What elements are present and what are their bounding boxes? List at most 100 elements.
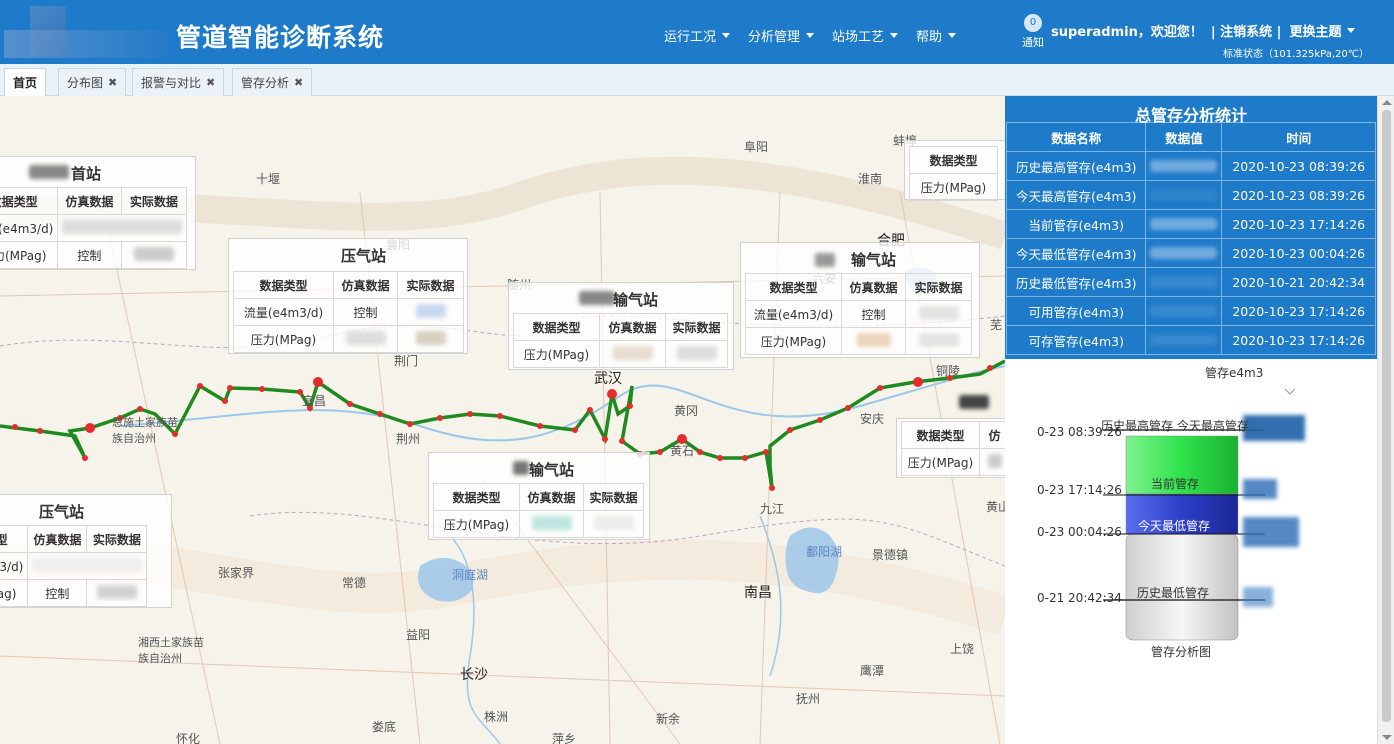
- station-title: 输气站: [613, 291, 659, 309]
- station-box[interactable]: 压气站 数据类型仿真数据实际数据 流量(e4m3/d) 压力(MPag)控制: [0, 494, 172, 608]
- user-bar: superadmin，欢迎您！ | 注销系统 | 更换主题: [1051, 21, 1356, 40]
- city-label: 张家界: [218, 566, 255, 580]
- pipeline-map[interactable]: 十堰 襄阳 随州 武汉 黄冈 荆门 荆州 宜昌 黄石 九江 南昌 长沙 常德 益…: [0, 96, 1005, 744]
- city-label: 湘西土家族苗族自治州: [138, 636, 204, 665]
- city-label: 上饶: [950, 642, 975, 656]
- tab-home[interactable]: 首页: [4, 68, 47, 96]
- change-theme-menu[interactable]: 更换主题: [1289, 21, 1356, 40]
- city-label: 宜昌: [302, 394, 327, 408]
- standard-status: 标准状态（101.325kPa,20℃）: [1223, 49, 1369, 60]
- close-icon[interactable]: ✖: [294, 70, 303, 96]
- close-icon[interactable]: ✖: [108, 70, 117, 96]
- station-data-table: 数据类型仿 压力(MPag): [901, 421, 1005, 476]
- tab-linepack-analysis[interactable]: 管存分析 ✖: [232, 68, 313, 96]
- city-label: 武汉: [594, 371, 622, 387]
- nav-analysis-management[interactable]: 分析管理: [748, 26, 815, 45]
- panel-title: 总管存分析统计: [1134, 106, 1247, 125]
- station-box[interactable]: 输气站 数据类型 仿真数据 实际数据 压力(MPag): [508, 282, 734, 370]
- city-label: 株洲: [484, 710, 509, 724]
- city-label: 黄石: [670, 444, 695, 458]
- city-label: 荆门: [394, 354, 419, 368]
- chevron-down-icon: [1347, 28, 1356, 33]
- tab-distribution[interactable]: 分布图 ✖: [58, 68, 127, 96]
- station-box[interactable]: 数据类型仿 压力(MPag): [896, 395, 1005, 478]
- linepack-chart: 管存e4m3 历史最高管存 今天最高管存 当前管存 今天最低管存 历史最低管存 …: [1005, 359, 1377, 744]
- level-label: 历史最低管存: [1137, 586, 1210, 600]
- scroll-up-icon[interactable]: [1382, 100, 1392, 105]
- city-label: 常德: [342, 576, 367, 590]
- app-header: 管道智能诊断系统 运行工况 分析管理 站场工艺 帮助 0 通知 superadm…: [0, 0, 1394, 64]
- city-label: 长沙: [460, 667, 488, 683]
- nav-running-condition[interactable]: 运行工况: [664, 26, 731, 45]
- close-icon[interactable]: ✖: [206, 70, 215, 96]
- linepack-stats-table: 数据名称 数据值 时间 历史最高管存(e4m3) 2020-10-23 08:39…: [1005, 122, 1376, 355]
- city-label: 安庆: [860, 412, 885, 426]
- table-row: 历史最高管存(e4m3) 2020-10-23 08:39:26: [1005, 151, 1376, 181]
- time-label: 0-23 17:14:26: [1037, 483, 1122, 497]
- notification-count-badge: 0: [1024, 14, 1042, 32]
- city-label: 黄山: [986, 500, 1005, 514]
- station-box[interactable]: 输气站 数据类型 仿真数据 实际数据 压力(MPag): [428, 452, 650, 540]
- logout-link[interactable]: | 注销系统 |: [1211, 21, 1282, 40]
- city-label: 铜陵: [936, 364, 961, 378]
- notification-label: 通知: [1022, 36, 1044, 49]
- chevron-down-icon: [722, 33, 731, 38]
- level-label: 今天最低管存: [1138, 519, 1211, 533]
- table-row: 当前管存(e4m3) 2020-10-23 17:14:26: [1005, 209, 1376, 239]
- station-name-redacted: [513, 461, 529, 475]
- notification-button[interactable]: 0 通知: [1019, 14, 1047, 50]
- chevron-down-icon: [890, 33, 899, 38]
- station-title: 输气站: [529, 461, 575, 479]
- station-title: 输气站: [851, 251, 897, 269]
- city-label: 新余: [656, 712, 681, 726]
- station-data-table: 数据类型 仿真数据 实际数据 流量(e4m3/d) 控制 压力(MPag): [745, 273, 972, 355]
- city-label: 娄底: [372, 720, 397, 734]
- user-greeting: superadmin，欢迎您！: [1051, 25, 1203, 40]
- city-label: 怀化: [176, 732, 201, 744]
- nav-station-process[interactable]: 站场工艺: [832, 26, 899, 45]
- time-label: 0-23 00:04:26: [1037, 525, 1122, 539]
- station-data-table: 数据类型 仿真数据 实际数据 压力(MPag): [513, 313, 728, 368]
- city-label: 鹰潭: [860, 664, 885, 678]
- city-label: 景德镇: [872, 548, 909, 562]
- city-label: 淮南: [858, 172, 883, 186]
- time-label: 0-21 20:42:34: [1037, 591, 1122, 605]
- table-row: 可用管存(e4m3) 2020-10-23 17:14:26: [1005, 296, 1376, 326]
- table-row: 今天最高管存(e4m3) 2020-10-23 08:39:26: [1005, 180, 1376, 210]
- level-label: 当前管存: [1151, 477, 1200, 491]
- linepack-stats-panel: 总管存分析统计 数据名称 数据值 时间 历史最高管存(e4m3) 2020-10-…: [1005, 96, 1377, 744]
- station-box[interactable]: 压气站 数据类型 仿真数据 实际数据 流量(e4m3/d) 控制 压力(MPag): [228, 238, 468, 354]
- city-label: 荆州: [396, 432, 421, 446]
- city-label: 抚州: [796, 692, 821, 706]
- scroll-thumb[interactable]: [1382, 110, 1391, 722]
- city-label: 恩施土家族苗族自治州: [112, 416, 178, 445]
- page-scrollbar[interactable]: [1377, 96, 1394, 744]
- station-name-redacted: [579, 291, 615, 305]
- level-label: 历史最高管存 今天最高管存: [1101, 419, 1249, 433]
- table-row: 历史最低管存(e4m3) 2020-10-21 20:42:34: [1005, 267, 1376, 297]
- tab-bar: 首页 分布图 ✖ 报警与对比 ✖ 管存分析 ✖: [0, 64, 1394, 96]
- tab-alarm-compare[interactable]: 报警与对比 ✖: [132, 68, 225, 96]
- station-name-redacted: [29, 165, 69, 179]
- station-data-table: 数据类型 仿真数据 实际数据 压力(MPag): [433, 483, 644, 538]
- lake-label: 洞庭湖: [452, 568, 489, 582]
- station-data-table: 数据类型仿真数据实际数据 流量(e4m3/d) 压力(MPag)控制: [0, 525, 148, 607]
- station-box[interactable]: 数据类型 压力(MPag): [904, 140, 1005, 201]
- city-label: 黄冈: [674, 404, 699, 418]
- station-box[interactable]: 首站 数据类型仿真数据实际数据 流量(e4m3/d) 压力(MPag)控制: [0, 156, 196, 270]
- city-label: 益阳: [406, 628, 431, 642]
- chevron-down-icon: [806, 33, 815, 38]
- city-label: 九江: [760, 502, 785, 516]
- main-nav: 运行工况 分析管理 站场工艺 帮助: [664, 26, 957, 45]
- table-row: 今天最低管存(e4m3) 2020-10-23 00:04:26: [1005, 238, 1376, 268]
- app-title: 管道智能诊断系统: [176, 23, 385, 52]
- nav-help[interactable]: 帮助: [916, 26, 957, 45]
- scroll-down-icon[interactable]: [1382, 735, 1392, 740]
- city-label: 十堰: [256, 172, 281, 186]
- time-label: 0-23 08:39:26: [1037, 425, 1122, 439]
- station-data-table: 数据类型仿真数据实际数据 流量(e4m3/d) 压力(MPag)控制: [0, 187, 188, 269]
- chart-caption: 管存分析图: [1151, 645, 1212, 659]
- table-row: 可存管存(e4m3) 2020-10-23 17:14:26: [1005, 325, 1376, 355]
- station-box[interactable]: 输气站 数据类型 仿真数据 实际数据 流量(e4m3/d) 控制 压力(MPag): [740, 242, 980, 358]
- station-name-redacted: [959, 395, 989, 409]
